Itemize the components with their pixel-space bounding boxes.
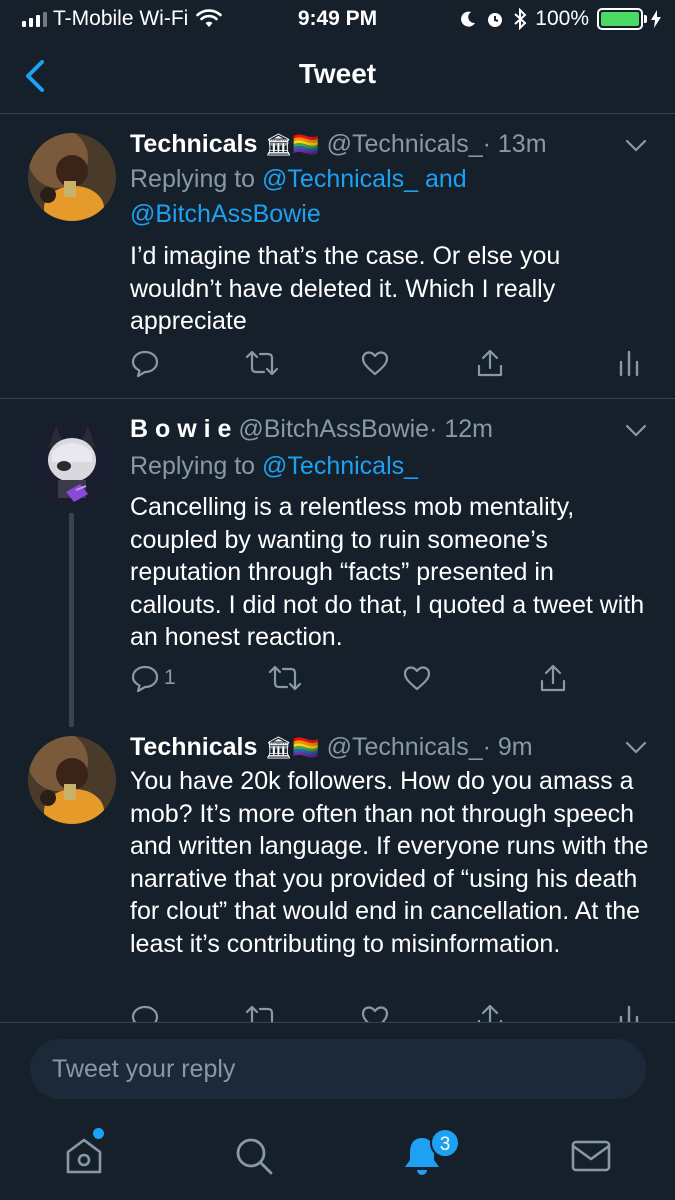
- reply-icon: [131, 1005, 159, 1022]
- reply-button[interactable]: [130, 1003, 160, 1022]
- moon-icon: [461, 11, 476, 27]
- like-icon: [403, 666, 431, 691]
- replying-to-prefix: Replying to: [130, 452, 263, 480]
- nav-bar: Tweet: [0, 38, 675, 114]
- name-emoji: 🏛🏳️‍🌈: [264, 132, 320, 157]
- reply-count: 1: [164, 666, 176, 689]
- reply-icon: [131, 665, 159, 693]
- tweet[interactable]: B o w i e @BitchAssBowie· 12m Replying t…: [0, 399, 675, 711]
- avatar[interactable]: [28, 736, 116, 824]
- avatar[interactable]: [28, 418, 116, 506]
- analytics-button[interactable]: [618, 348, 640, 378]
- avatar[interactable]: [28, 133, 116, 221]
- tweet-time: · 9m: [482, 733, 533, 761]
- tweet-actions: 1: [130, 663, 650, 699]
- tweet[interactable]: Technicals 🏛🏳️‍🌈 @Technicals_· 9m You ha…: [0, 711, 675, 1022]
- analytics-icon: [619, 1005, 639, 1022]
- share-button[interactable]: [475, 1003, 505, 1022]
- notifications-badge: 3: [430, 1128, 460, 1158]
- like-icon: [361, 1006, 389, 1022]
- like-button[interactable]: [402, 663, 432, 693]
- tweet-text: Cancelling is a relentless mob mentality…: [130, 493, 645, 651]
- username[interactable]: @Technicals_: [327, 130, 483, 158]
- chevron-down-icon[interactable]: [625, 424, 647, 438]
- status-bar: T-Mobile Wi-Fi 9:49 PM 100%: [0, 0, 675, 38]
- tweet-time: · 13m: [482, 130, 547, 158]
- username[interactable]: @Technicals_: [327, 733, 483, 761]
- replying-to: Replying to @Technicals_: [130, 449, 630, 484]
- analytics-icon: [619, 350, 639, 377]
- home-icon[interactable]: [60, 1132, 108, 1180]
- tweet-actions: [130, 348, 650, 384]
- battery-percent: 100%: [535, 7, 589, 30]
- tweet[interactable]: Technicals 🏛🏳️‍🌈 @Technicals_· 13m Reply…: [0, 114, 675, 399]
- battery-icon: [597, 8, 647, 30]
- name-emoji: 🏛🏳️‍🌈: [264, 735, 320, 760]
- like-button[interactable]: [360, 1003, 390, 1022]
- retweet-icon: [245, 350, 279, 376]
- username[interactable]: @BitchAssBowie: [238, 415, 429, 443]
- retweet-button[interactable]: [245, 1003, 279, 1022]
- share-icon: [477, 349, 503, 377]
- thread-line: [69, 513, 74, 727]
- share-button[interactable]: [538, 663, 568, 693]
- like-button[interactable]: [360, 348, 390, 378]
- reply-icon: [131, 350, 159, 378]
- search-icon[interactable]: [230, 1132, 278, 1180]
- analytics-button[interactable]: [618, 1003, 640, 1022]
- tweet-time: · 12m: [429, 415, 493, 443]
- page-title: Tweet: [298, 58, 377, 89]
- replying-to: Replying to @Technicals_ and @BitchAssBo…: [130, 162, 630, 232]
- replying-to-prefix: Replying to: [130, 165, 263, 193]
- reply-button[interactable]: [130, 348, 160, 378]
- tweet-actions: [130, 1003, 650, 1022]
- alarm-icon: [488, 13, 503, 27]
- display-name[interactable]: Technicals: [130, 130, 257, 158]
- replying-to-link[interactable]: @Technicals_: [262, 452, 418, 480]
- bluetooth-icon: [514, 8, 527, 30]
- display-name[interactable]: Technicals: [130, 733, 257, 761]
- tab-bar: [0, 1114, 675, 1200]
- share-icon: [540, 664, 566, 692]
- retweet-button[interactable]: [245, 348, 279, 378]
- retweet-icon: [245, 1005, 274, 1022]
- messages-icon[interactable]: [567, 1132, 615, 1180]
- retweet-icon: [268, 665, 302, 691]
- share-button[interactable]: [475, 348, 505, 378]
- reply-input[interactable]: [30, 1039, 646, 1099]
- share-icon: [477, 1004, 503, 1022]
- reply-composer: [0, 1022, 675, 1114]
- reply-button[interactable]: 1: [130, 663, 176, 693]
- chevron-down-icon[interactable]: [625, 139, 647, 153]
- like-icon: [361, 351, 389, 376]
- unread-indicator: [93, 1128, 104, 1139]
- charging-icon: [651, 10, 661, 28]
- display-name[interactable]: B o w i e: [130, 415, 231, 443]
- tweet-text: You have 20k followers. How do you amass…: [130, 767, 649, 958]
- retweet-button[interactable]: [268, 663, 302, 693]
- chevron-down-icon[interactable]: [625, 741, 647, 755]
- reply-input-container[interactable]: [30, 1039, 646, 1099]
- tweet-text: I’d imagine that’s the case. Or else you…: [130, 242, 561, 335]
